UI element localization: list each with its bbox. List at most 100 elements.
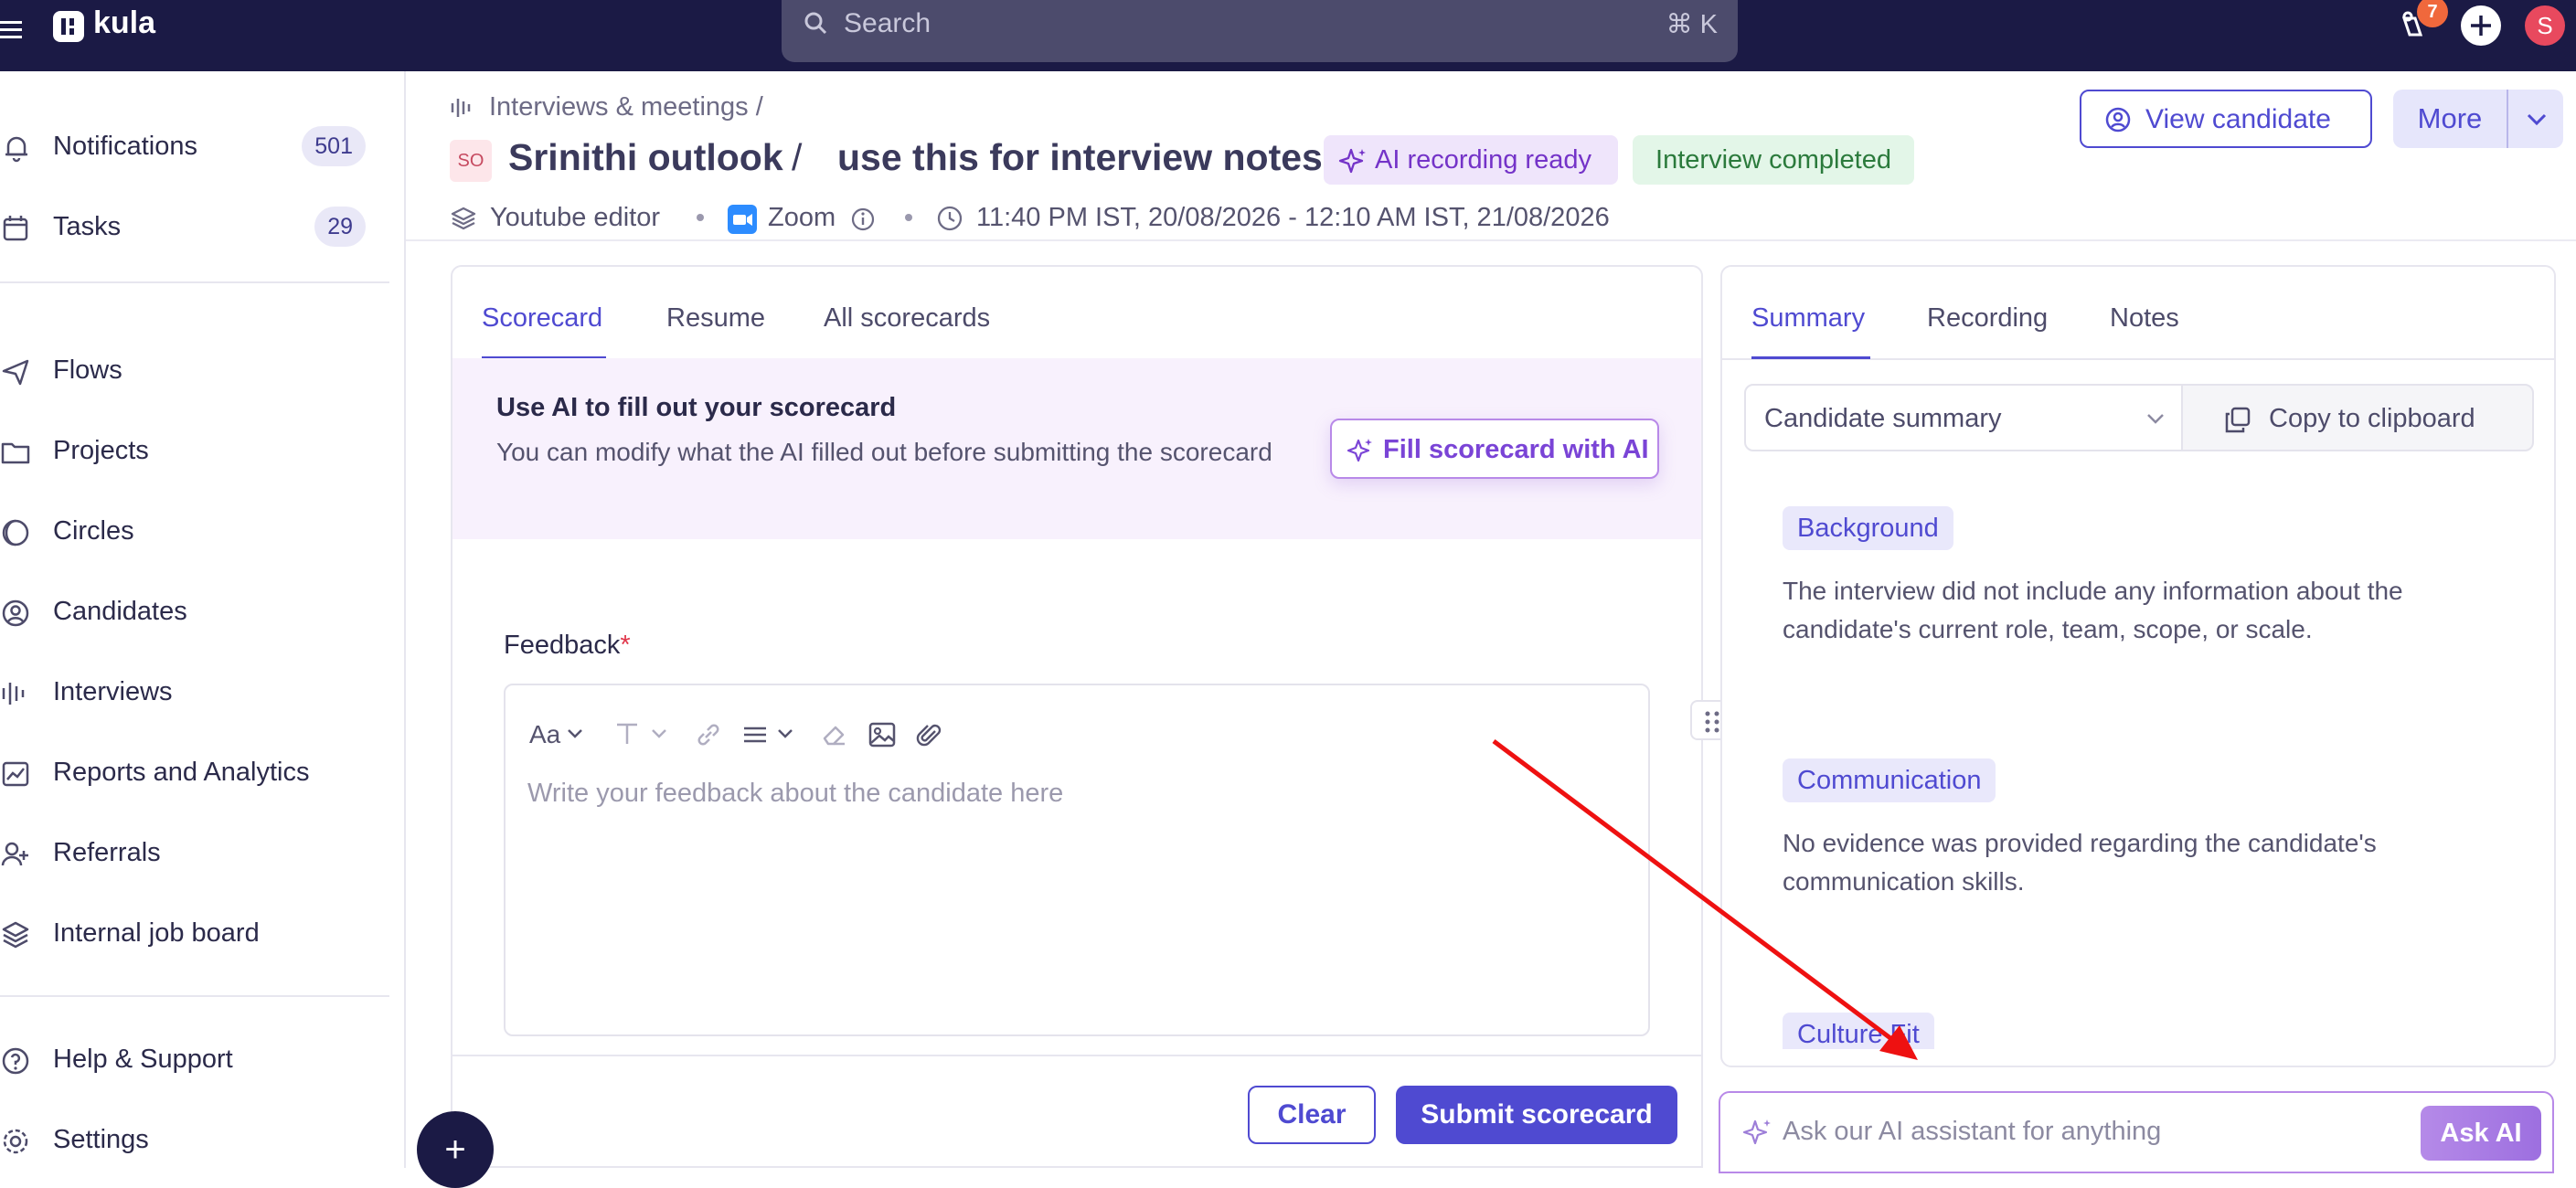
tasks-count-badge: 29 <box>314 207 366 247</box>
sidebar-item-referrals[interactable]: Referrals <box>0 825 384 880</box>
font-size-tool[interactable]: Aa <box>529 720 560 749</box>
chart-icon <box>0 758 33 790</box>
image-icon[interactable] <box>868 720 897 749</box>
tab-summary[interactable]: Summary <box>1751 303 1865 334</box>
search-shortcut-hint: ⌘ K <box>1666 10 1718 39</box>
calendar-icon <box>0 212 33 245</box>
sparkle-icon <box>1338 146 1368 175</box>
sidebar-divider <box>0 281 389 283</box>
sidebar-item-candidates[interactable]: Candidates <box>0 584 384 639</box>
sidebar-item-label: Circles <box>53 516 134 546</box>
badge-label: AI recording ready <box>1375 145 1591 175</box>
bell-icon <box>0 132 33 164</box>
sparkle-icon <box>1742 1117 1773 1148</box>
button-label: Copy to clipboard <box>2269 404 2475 433</box>
search-input[interactable] <box>844 5 1575 42</box>
tab-resume[interactable]: Resume <box>666 303 765 334</box>
breadcrumb[interactable]: Interviews & meetings / <box>489 92 763 122</box>
floating-add-button[interactable]: + <box>417 1111 494 1188</box>
logo-text[interactable]: kula <box>93 5 155 41</box>
circles-icon <box>0 516 33 549</box>
chevron-down-icon[interactable] <box>566 727 584 740</box>
sidebar-item-interviews[interactable]: Interviews <box>0 664 384 719</box>
chevron-down-icon[interactable] <box>650 727 668 740</box>
sidebar-item-help-support[interactable]: Help & Support <box>0 1032 384 1087</box>
hamburger-menu-icon[interactable] <box>0 16 26 44</box>
summary-content[interactable]: Background The interview did not include… <box>1722 468 2554 1049</box>
section-text-background: The interview did not include any inform… <box>1783 577 2403 643</box>
meeting-workspace: Youtube editor <box>490 203 660 232</box>
meeting-time: 11:40 PM IST, 20/08/2026 - 12:10 AM IST,… <box>976 203 1610 232</box>
chevron-down-icon[interactable] <box>776 727 794 740</box>
sidebar: Notifications 501 Tasks 29 Flows Project… <box>0 71 406 1168</box>
submit-scorecard-button[interactable]: Submit scorecard <box>1396 1086 1677 1144</box>
ai-banner-title: Use AI to fill out your scorecard <box>496 393 897 422</box>
search-icon <box>802 9 831 38</box>
more-button[interactable]: More <box>2393 90 2507 148</box>
sidebar-item-internal-job-board[interactable]: Internal job board <box>0 906 384 960</box>
add-button[interactable] <box>2461 5 2501 46</box>
user-avatar[interactable]: S <box>2525 5 2565 46</box>
ai-banner-description: You can modify what the AI filled out be… <box>496 438 1272 466</box>
sidebar-item-label: Candidates <box>53 597 187 626</box>
scorecard-panel: Scorecard Resume All scorecards Use AI t… <box>451 265 1703 1168</box>
folder-icon <box>0 436 33 469</box>
tab-scorecard[interactable]: Scorecard <box>482 303 602 334</box>
send-icon <box>0 355 33 388</box>
sidebar-item-circles[interactable]: Circles <box>0 504 384 558</box>
attachment-icon[interactable] <box>915 720 944 749</box>
sidebar-item-label: Help & Support <box>53 1045 233 1074</box>
sidebar-item-flows[interactable]: Flows <box>0 343 384 398</box>
align-icon[interactable] <box>741 722 769 748</box>
feedback-label-text: Feedback <box>504 631 621 660</box>
sidebar-item-projects[interactable]: Projects <box>0 423 384 478</box>
candidate-initials-avatar: SO <box>450 140 492 182</box>
meta-separator-dot <box>697 214 704 221</box>
section-badge-communication: Communication <box>1783 758 1996 802</box>
summary-type-select[interactable]: Candidate summary <box>1744 384 2183 451</box>
ask-ai-input[interactable] <box>1783 1111 2331 1151</box>
candidate-name[interactable]: Srinithi outlook <box>508 136 783 179</box>
sidebar-item-settings[interactable]: Settings <box>0 1112 384 1167</box>
section-text-communication: No evidence was provided regarding the c… <box>1783 829 2377 896</box>
copy-to-clipboard-button[interactable]: Copy to clipboard <box>2181 384 2534 451</box>
section-badge-culture-fit: Culture Fit <box>1783 1013 1934 1049</box>
waveform-icon <box>450 95 477 121</box>
user-circle-icon <box>2103 105 2133 134</box>
ai-fill-banner: Use AI to fill out your scorecard You ca… <box>452 358 1701 539</box>
sidebar-item-reports-and-analytics[interactable]: Reports and Analytics <box>0 745 384 800</box>
link-icon[interactable] <box>694 720 723 749</box>
search-bar[interactable]: ⌘ K <box>782 0 1738 62</box>
sidebar-item-notifications[interactable]: Notifications 501 <box>0 119 384 174</box>
eraser-icon[interactable] <box>820 720 849 749</box>
text-format-icon[interactable] <box>613 720 643 748</box>
meeting-platform: Zoom <box>768 203 836 232</box>
tab-notes[interactable]: Notes <box>2110 303 2179 334</box>
clear-button[interactable]: Clear <box>1248 1086 1376 1144</box>
ai-recording-ready-badge: AI recording ready <box>1324 135 1618 185</box>
status-badge: Interview completed <box>1633 135 1914 185</box>
page-title: use this for interview notes <box>837 136 1323 178</box>
tab-all-scorecards[interactable]: All scorecards <box>824 303 990 334</box>
feedback-textarea[interactable] <box>527 779 1624 1016</box>
chevron-down-icon <box>2145 408 2166 430</box>
view-candidate-button[interactable]: View candidate <box>2080 90 2372 148</box>
zoom-icon <box>728 205 757 234</box>
active-tab-indicator <box>1751 356 1870 359</box>
button-label: Fill scorecard with AI <box>1383 435 1649 464</box>
sidebar-item-tasks[interactable]: Tasks 29 <box>0 199 384 254</box>
header-divider <box>406 239 2576 241</box>
kula-logo-icon[interactable] <box>53 11 84 42</box>
more-dropdown-toggle[interactable] <box>2507 90 2563 148</box>
meeting-meta-row: Youtube editor Zoom 11:40 PM IST, 20/08/… <box>450 203 1730 239</box>
meta-separator-dot <box>905 214 912 221</box>
info-icon[interactable] <box>850 207 876 232</box>
sidebar-item-label: Tasks <box>53 212 122 241</box>
button-label: View candidate <box>2145 104 2331 134</box>
sidebar-item-label: Reports and Analytics <box>53 758 310 787</box>
ask-ai-button[interactable]: Ask AI <box>2421 1106 2541 1161</box>
summary-panel: Summary Recording Notes Candidate summar… <box>1720 265 2556 1067</box>
user-circle-icon <box>0 597 33 630</box>
tab-recording[interactable]: Recording <box>1927 303 2048 334</box>
fill-scorecard-with-ai-button[interactable]: Fill scorecard with AI <box>1330 419 1659 479</box>
